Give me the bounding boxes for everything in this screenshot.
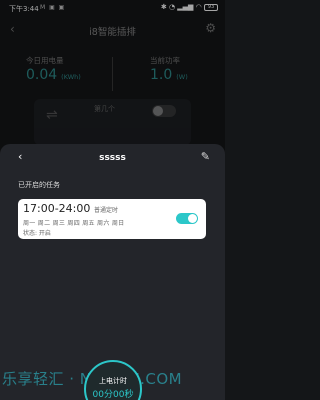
sheet-title: sssss — [99, 153, 126, 163]
timer-value: 00分00秒 — [92, 390, 134, 400]
task-toggle[interactable] — [176, 213, 198, 224]
task-time-range: 17:00-24:00 — [23, 202, 91, 215]
task-card[interactable]: 17:00-24:00 普通定时 周一 周二 周三 周四 周五 周六 周日 状态… — [18, 199, 206, 239]
timer-label: 上电计时 — [99, 377, 127, 385]
section-title: 已开启的任务 — [18, 181, 60, 189]
task-days: 周一 周二 周三 周四 周五 周六 周日 — [23, 220, 125, 227]
edit-icon[interactable]: ✎ — [201, 150, 210, 163]
task-state: 状态: 开启 — [23, 230, 51, 237]
task-type: 普通定时 — [94, 207, 119, 214]
